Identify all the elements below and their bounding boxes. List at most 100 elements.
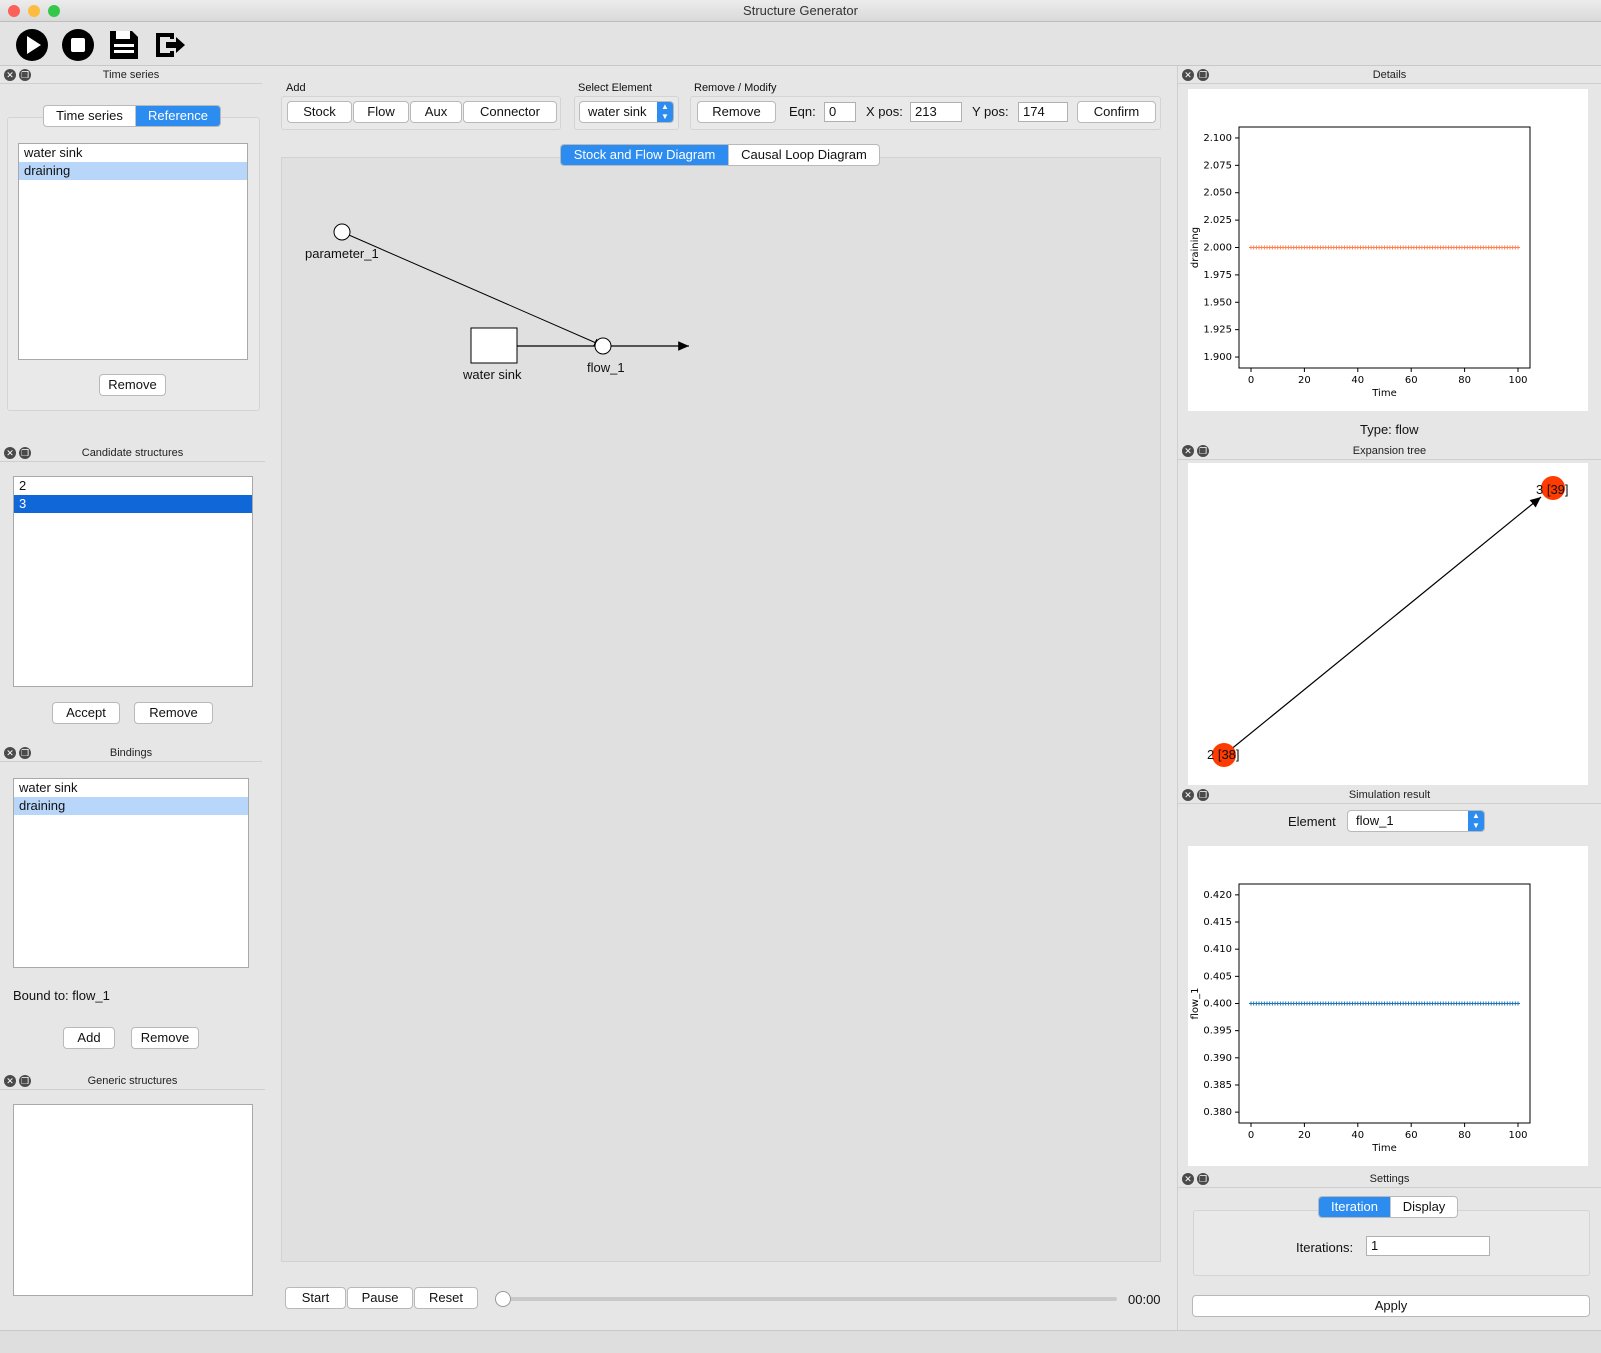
details-chart-y-tick-label: 1.900 (1203, 352, 1232, 363)
element-remove-button[interactable]: Remove (697, 101, 776, 123)
close-icon[interactable]: ✕ (1182, 445, 1194, 457)
tree-node-label: 2 [38] (1207, 747, 1240, 762)
time-series-remove-button[interactable]: Remove (99, 374, 166, 396)
bindings-panel-title: ✕ ❐ Bindings (0, 744, 262, 762)
accept-button[interactable]: Accept (52, 702, 120, 724)
tab-iteration[interactable]: Iteration (1319, 1197, 1391, 1217)
simulation-chart-x-tick-label: 60 (1405, 1130, 1418, 1141)
add-flow-button[interactable]: Flow (353, 101, 409, 123)
xpos-field[interactable]: 213 (910, 102, 962, 122)
close-icon[interactable]: ✕ (1182, 1173, 1194, 1185)
stock-flow-diagram (333, 223, 689, 364)
window-titlebar: Structure Generator (0, 0, 1601, 22)
candidate-list[interactable]: 2 3 (13, 476, 253, 687)
bindings-remove-button[interactable]: Remove (131, 1027, 199, 1049)
iterations-field[interactable]: 1 (1366, 1236, 1490, 1256)
list-item[interactable]: water sink (14, 779, 248, 797)
iterations-label: Iterations: (1296, 1240, 1354, 1255)
bindings-add-button[interactable]: Add (63, 1027, 115, 1049)
minimize-window-button[interactable] (28, 5, 40, 17)
settings-panel-title: ✕ ❐ Settings (1178, 1170, 1601, 1188)
float-icon[interactable]: ❐ (1197, 1173, 1209, 1185)
pause-button[interactable]: Pause (347, 1287, 413, 1309)
close-icon[interactable]: ✕ (4, 747, 16, 759)
close-icon[interactable]: ✕ (4, 1075, 16, 1087)
save-icon[interactable] (106, 27, 142, 63)
ypos-label: Y pos: (972, 104, 1009, 119)
float-icon[interactable]: ❐ (19, 1075, 31, 1087)
xpos-label: X pos: (866, 104, 903, 119)
parameter-node[interactable] (333, 223, 351, 241)
stock-label: water sink (463, 367, 522, 382)
details-chart-y-tick-label: 2.025 (1203, 215, 1232, 226)
simulation-chart-y-axis-label: flow_1 (1190, 988, 1201, 1020)
close-icon[interactable]: ✕ (1182, 789, 1194, 801)
tab-time-series[interactable]: Time series (44, 106, 136, 126)
bindings-list[interactable]: water sink draining (13, 778, 249, 968)
close-icon[interactable]: ✕ (4, 447, 16, 459)
list-item[interactable]: 3 (14, 495, 252, 513)
time-display: 00:00 (1128, 1292, 1161, 1307)
list-item[interactable]: 2 (14, 477, 252, 495)
reset-button[interactable]: Reset (414, 1287, 478, 1309)
details-chart-x-tick-label: 40 (1351, 375, 1364, 386)
tree-edge (1223, 496, 1542, 756)
close-icon[interactable]: ✕ (1182, 69, 1194, 81)
simulation-element-dropdown[interactable]: flow_1 ▲ ▼ (1347, 810, 1485, 832)
time-series-tabs: Time series Reference (43, 105, 221, 127)
ypos-field[interactable]: 174 (1018, 102, 1068, 122)
close-window-button[interactable] (8, 5, 20, 17)
stop-icon[interactable] (60, 27, 96, 63)
eqn-field[interactable]: 0 (824, 102, 856, 122)
start-button[interactable]: Start (285, 1287, 346, 1309)
details-chart-y-tick-label: 2.100 (1203, 133, 1232, 144)
expansion-tree (1212, 476, 1565, 767)
details-chart-y-tick-label: 2.000 (1203, 243, 1232, 254)
tab-display[interactable]: Display (1391, 1197, 1457, 1217)
exit-icon[interactable] (152, 27, 188, 63)
simulation-chart-x-tick-label: 40 (1351, 1130, 1364, 1141)
chevron-up-down-icon: ▲ ▼ (657, 102, 673, 122)
list-item[interactable]: water sink (19, 144, 247, 162)
float-icon[interactable]: ❐ (1197, 445, 1209, 457)
flow-valve[interactable] (594, 337, 612, 355)
select-element-dropdown[interactable]: water sink ▲ ▼ (579, 101, 674, 123)
play-icon[interactable] (14, 27, 50, 63)
generic-structures-list[interactable] (13, 1104, 253, 1296)
zoom-window-button[interactable] (48, 5, 60, 17)
candidate-remove-button[interactable]: Remove (134, 702, 213, 724)
tree-node-label: 3 [39] (1536, 482, 1569, 497)
float-icon[interactable]: ❐ (19, 747, 31, 759)
tab-reference[interactable]: Reference (136, 106, 220, 126)
timeline-slider-handle[interactable] (495, 1291, 511, 1307)
simulation-chart-x-tick-label: 0 (1248, 1130, 1254, 1141)
simulation-chart-y-tick-label: 0.385 (1203, 1080, 1232, 1091)
candidate-panel-title: ✕ ❐ Candidate structures (0, 444, 265, 462)
time-series-list[interactable]: water sink draining (18, 143, 248, 360)
add-aux-button[interactable]: Aux (410, 101, 462, 123)
details-chart-x-tick-label: 0 (1248, 375, 1254, 386)
float-icon[interactable]: ❐ (19, 447, 31, 459)
add-stock-button[interactable]: Stock (287, 101, 352, 123)
simulation-chart-x-tick-label: 80 (1458, 1130, 1471, 1141)
timeline-slider[interactable] (499, 1297, 1117, 1301)
bound-to-label: Bound to: flow_1 (13, 988, 110, 1003)
eqn-label: Eqn: (789, 104, 816, 119)
float-icon[interactable]: ❐ (19, 69, 31, 81)
confirm-button[interactable]: Confirm (1077, 101, 1156, 123)
simulation-chart-y-tick-label: 0.390 (1203, 1053, 1232, 1064)
list-item[interactable]: draining (14, 797, 248, 815)
flow-label: flow_1 (587, 360, 625, 375)
close-icon[interactable]: ✕ (4, 69, 16, 81)
list-item[interactable]: draining (19, 162, 247, 180)
window-title: Structure Generator (743, 3, 858, 18)
add-connector-button[interactable]: Connector (463, 101, 557, 123)
simulation-chart-y-tick-label: 0.405 (1203, 971, 1232, 982)
stock-node[interactable] (470, 327, 518, 364)
apply-button[interactable]: Apply (1192, 1295, 1590, 1317)
float-icon[interactable]: ❐ (1197, 69, 1209, 81)
simulation-chart-y-tick-label: 0.415 (1203, 917, 1232, 928)
details-chart-x-tick-label: 80 (1458, 375, 1471, 386)
float-icon[interactable]: ❐ (1197, 789, 1209, 801)
remove-modify-label: Remove / Modify (694, 82, 777, 94)
